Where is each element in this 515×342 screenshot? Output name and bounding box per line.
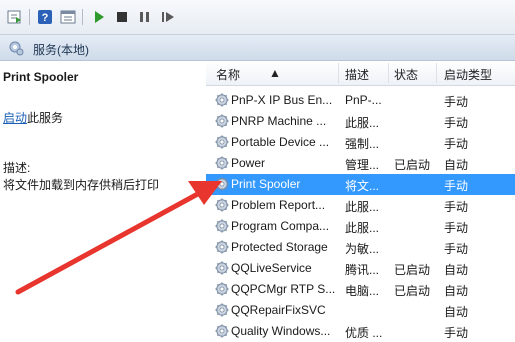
list-header: ▲ 名称 描述 状态 启动类型 [206,61,515,86]
gear-icon [214,176,230,192]
svg-text:?: ? [42,12,49,24]
service-description-cell: 为敏... [345,242,380,256]
services-title: 服务(本地) [33,43,89,57]
service-description-cell: 强制... [345,137,380,151]
table-row[interactable]: Program Compa... 此服... 手动 [206,216,515,237]
toolbar: ? [0,0,515,35]
service-startup-type-cell: 自动 [444,263,469,277]
service-name-cell: Power [231,156,266,170]
service-description-cell: 此服... [345,221,380,235]
table-row[interactable]: Protected Storage 为敏... 手动 [206,237,515,258]
column-description[interactable]: 描述 [345,66,369,83]
service-name-cell: Problem Report... [231,198,326,212]
description-label: 描述: [3,161,31,175]
restart-icon[interactable] [159,8,177,26]
start-service-link[interactable]: 启动 [3,111,27,125]
table-row[interactable]: QQRepairFixSVC 自动 [206,300,515,321]
table-row[interactable]: PNRP Machine ... 此服... 手动 [206,111,515,132]
column-divider[interactable] [436,63,437,83]
service-startup-type-cell: 手动 [444,200,469,214]
table-row[interactable]: Power 管理... 已启动 自动 [206,153,515,174]
service-description-cell: PnP-... [345,93,382,107]
service-description-cell: 此服... [345,116,380,130]
column-status[interactable]: 状态 [394,66,418,83]
stop-icon[interactable] [113,8,131,26]
service-name-cell: QQPCMgr RTP S... [231,282,336,296]
service-name-cell: Print Spooler [231,177,301,191]
gear-icon [214,197,230,213]
service-name-cell: Program Compa... [231,219,330,233]
service-name-heading: Print Spooler [3,70,79,84]
service-name-cell: PnP-X IP Bus En... [231,93,333,107]
service-status-cell: 已启动 [394,158,431,172]
gear-icon [214,260,230,276]
table-row[interactable]: Print Spooler 将文... 手动 [206,174,515,195]
service-startup-type-cell: 手动 [444,179,469,193]
start-service-suffix: 此服务 [27,111,64,125]
service-startup-type-cell: 手动 [444,95,469,109]
service-startup-type-cell: 自动 [444,305,469,319]
service-description-cell: 管理... [345,158,380,172]
table-row[interactable]: QQLiveService 腾讯... 已启动 自动 [206,258,515,279]
service-startup-type-cell: 手动 [444,137,469,151]
service-description-cell: 电脑... [345,284,380,298]
service-name-cell: PNRP Machine ... [231,114,327,128]
start-service-line: 启动此服务 [3,109,63,126]
service-name-cell: Quality Windows... [231,324,331,338]
service-startup-type-cell: 手动 [444,242,469,256]
properties-icon[interactable] [59,8,77,26]
gear-icon [214,281,230,297]
service-description-cell: 腾讯... [345,263,380,277]
column-startup-type[interactable]: 启动类型 [444,66,492,83]
service-detail-panel: Print Spooler 启动此服务 描述: 将文件加载到内存供稍后打印 [0,61,206,341]
service-name-cell: QQLiveService [231,261,312,275]
description-text: 将文件加载到内存供稍后打印 [3,178,160,192]
column-name[interactable]: 名称 [216,66,240,83]
pause-icon[interactable] [136,8,154,26]
toolbar-separator [29,9,30,25]
gear-icon [214,113,230,129]
service-name-cell: QQRepairFixSVC [231,303,326,317]
help-icon[interactable]: ? [36,8,54,26]
service-startup-type-cell: 手动 [444,221,469,235]
service-startup-type-cell: 手动 [444,116,469,130]
start-icon[interactable] [90,8,108,26]
table-row[interactable]: Portable Device ... 强制... 手动 [206,132,515,153]
service-startup-type-cell: 自动 [444,158,469,172]
gear-icon [214,239,230,255]
service-name-cell: Protected Storage [231,240,328,254]
column-divider[interactable] [338,63,339,83]
gear-icon [214,92,230,108]
service-status-cell: 已启动 [394,263,431,277]
services-icon [8,40,24,59]
table-row[interactable]: PnP-X IP Bus En... PnP-... 手动 [206,90,515,111]
gear-icon [214,134,230,150]
services-header: 服务(本地) [0,35,515,61]
gear-icon [214,323,230,339]
service-description-cell: 优质 ... [345,326,383,340]
column-divider[interactable] [388,63,389,83]
service-status-cell: 已启动 [394,284,431,298]
table-row[interactable]: QQPCMgr RTP S... 电脑... 已启动 自动 [206,279,515,300]
service-startup-type-cell: 自动 [444,284,469,298]
table-row[interactable]: Problem Report... 此服... 手动 [206,195,515,216]
sort-ascending-icon: ▲ [269,66,281,80]
table-row[interactable]: Quality Windows... 优质 ... 手动 [206,321,515,342]
toolbar-separator [82,9,83,25]
service-startup-type-cell: 手动 [444,326,469,340]
export-list-icon[interactable] [6,8,24,26]
service-name-cell: Portable Device ... [231,135,330,149]
service-description-cell: 将文... [345,179,380,193]
services-list[interactable]: ▲ 名称 描述 状态 启动类型 PnP-X IP Bus En... PnP-..… [206,61,515,341]
gear-icon [214,155,230,171]
service-description-cell: 此服... [345,200,380,214]
gear-icon [214,302,230,318]
gear-icon [214,218,230,234]
